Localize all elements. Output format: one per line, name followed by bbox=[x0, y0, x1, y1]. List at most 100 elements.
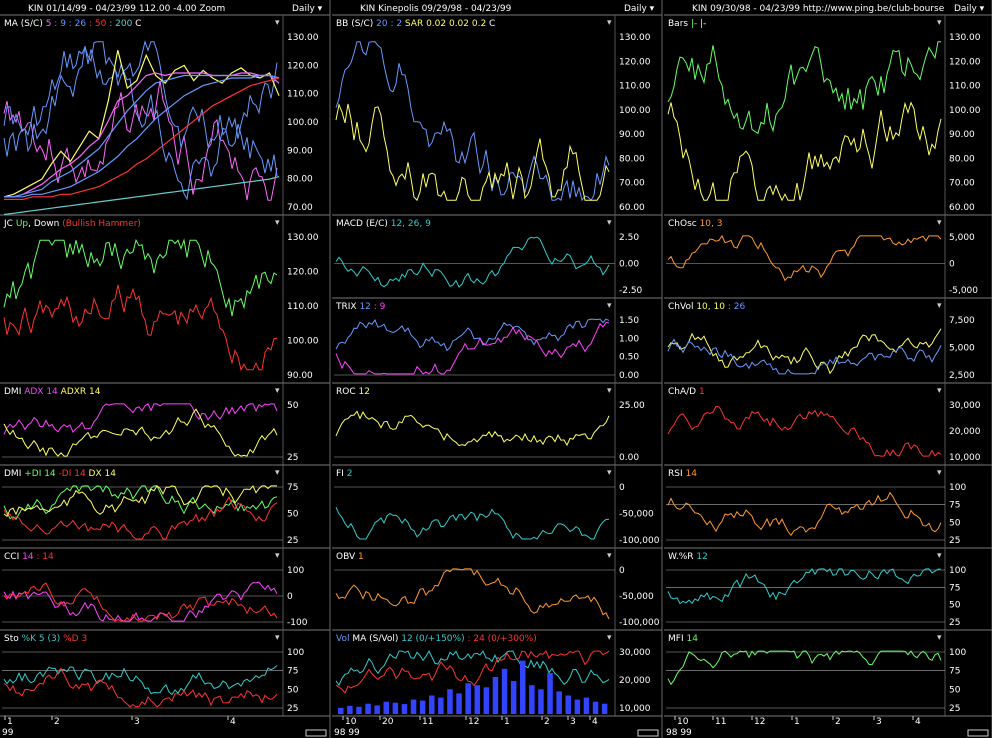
pane-menu-icon[interactable]: ▾ bbox=[937, 551, 942, 561]
legend-item: C bbox=[486, 19, 495, 29]
tick-label: 120.00 bbox=[949, 57, 981, 67]
tick-label: 100 bbox=[287, 566, 304, 576]
legend-item: 12 bbox=[696, 552, 707, 562]
legend-item: DMI bbox=[4, 469, 24, 479]
pane-menu-icon[interactable]: ▾ bbox=[275, 633, 280, 643]
volume-bar bbox=[401, 704, 408, 714]
x-tick-label: 2 bbox=[544, 717, 550, 727]
tick-label: -2.50 bbox=[619, 286, 643, 296]
pane-menu-icon[interactable]: ▾ bbox=[607, 301, 612, 311]
x-tick-label: 12 bbox=[754, 717, 765, 727]
year-label: 98 99 bbox=[334, 728, 360, 738]
pane-1-2: JC Up, Down (Bullish Hammer) ▾ 130.00 120.0… bbox=[0, 214, 330, 383]
tick-label: 2,500 bbox=[949, 371, 975, 381]
pane-menu-icon[interactable]: ▾ bbox=[607, 218, 612, 228]
tick-label: -100,000 bbox=[619, 618, 660, 628]
volume-bar bbox=[583, 697, 590, 714]
scroll-handle[interactable] bbox=[305, 729, 327, 737]
tick-label: 10,000 bbox=[619, 704, 651, 714]
legend-item: 10, 10 bbox=[696, 302, 725, 312]
volume-bar bbox=[347, 705, 353, 714]
column-3: KIN 09/30/98 - 04/23/99 http://www.ping.… bbox=[664, 0, 992, 738]
daily-dropdown[interactable]: Daily ▾ bbox=[954, 4, 985, 14]
pane-menu-icon[interactable]: ▾ bbox=[607, 633, 612, 643]
tick-label: 90.00 bbox=[287, 146, 313, 156]
pane-legend: MA (S/C) 5 : 9 : 26 : 50 : 200 C bbox=[4, 19, 141, 29]
pane-legend: DMI ADX 14 ADXR 14 bbox=[4, 387, 101, 397]
tick-label: 100 bbox=[949, 648, 966, 658]
legend-item: DMI bbox=[4, 387, 24, 397]
pane-menu-icon[interactable]: ▾ bbox=[607, 18, 612, 28]
x-tick-label: 10 bbox=[677, 717, 689, 727]
pane-legend: BB (S/C) 20 : 2 SAR 0.02 0.02 0.2 C bbox=[336, 19, 495, 29]
pane-menu-icon[interactable]: ▾ bbox=[937, 633, 942, 643]
legend-item: 12 bbox=[358, 387, 369, 397]
x-tick-label: 3 bbox=[876, 717, 882, 727]
x-tick-label: 2 bbox=[835, 717, 841, 727]
tick-label: 90.00 bbox=[949, 130, 975, 140]
pane-menu-icon[interactable]: ▾ bbox=[937, 218, 942, 228]
legend-item: : 26 bbox=[725, 302, 745, 312]
tick-label: 90.00 bbox=[287, 371, 313, 381]
tick-label: 50 bbox=[949, 685, 961, 695]
daily-dropdown[interactable]: Daily ▾ bbox=[624, 4, 655, 14]
legend-item: 5 bbox=[43, 19, 52, 29]
volume-bar bbox=[601, 703, 608, 714]
legend-item: %K 5 (3) bbox=[22, 634, 61, 644]
pane-menu-icon[interactable]: ▾ bbox=[937, 468, 942, 478]
pane-1-4: DMI +DI 14 -DI 14 DX 14 ▾ 75 50 25 bbox=[0, 464, 330, 548]
indicator-line bbox=[335, 321, 610, 375]
pane-legend: Vol MA (S/Vol) 12 (0/+150%) : 24 (0/+300… bbox=[336, 634, 537, 644]
pane-1-5: CCI 14 : 14 ▾ 100 0 -100 bbox=[0, 547, 330, 630]
indicator-line bbox=[667, 41, 941, 135]
tick-label: 75 bbox=[287, 483, 298, 493]
pane-menu-icon[interactable]: ▾ bbox=[607, 386, 612, 396]
tick-label: -50,000 bbox=[619, 592, 654, 602]
pane-menu-icon[interactable]: ▾ bbox=[937, 301, 942, 311]
tick-label: 75 bbox=[949, 583, 960, 593]
volume-bar bbox=[520, 660, 526, 714]
pane-legend: ChOsc 10, 3 bbox=[668, 219, 722, 229]
legend-item: : 50 bbox=[86, 19, 106, 29]
tick-label: 80.00 bbox=[949, 154, 975, 164]
tick-label: 25 bbox=[287, 453, 298, 463]
pane-legend: Sto %K 5 (3) %D 3 bbox=[4, 634, 87, 644]
pane-menu-icon[interactable]: ▾ bbox=[275, 218, 280, 228]
x-tick-label: 3 bbox=[570, 717, 576, 727]
legend-item: MA (S/C) bbox=[4, 19, 43, 29]
x-tick-label: 4 bbox=[230, 717, 236, 727]
indicator-line bbox=[335, 41, 610, 202]
pane-3-7: MFI 14 ▾ 100 75 50 25 bbox=[664, 629, 992, 716]
pane-2-2: MACD (E/C) 12, 26, 9 ▾ 2.50 0.00 -2.50 bbox=[332, 214, 662, 298]
pane-menu-icon[interactable]: ▾ bbox=[607, 551, 612, 561]
pane-menu-icon[interactable]: ▾ bbox=[275, 551, 280, 561]
legend-item: : 9 bbox=[371, 302, 386, 312]
daily-dropdown[interactable]: Daily ▾ bbox=[292, 4, 323, 14]
pane-menu-icon[interactable]: ▾ bbox=[275, 386, 280, 396]
tick-label: 60.00 bbox=[949, 203, 975, 213]
pane-menu-icon[interactable]: ▾ bbox=[275, 468, 280, 478]
legend-item: Down bbox=[34, 219, 60, 229]
pane-menu-icon[interactable]: ▾ bbox=[607, 468, 612, 478]
x-tick-label: 12 bbox=[468, 717, 479, 727]
indicator-line bbox=[667, 328, 942, 375]
pane-legend: Bars |- |- bbox=[668, 19, 706, 29]
legend-item: ChOsc bbox=[668, 219, 700, 229]
legend-item: 10, 3 bbox=[700, 219, 723, 229]
scroll-handle[interactable] bbox=[967, 729, 989, 737]
tick-label: 130.00 bbox=[287, 33, 319, 43]
legend-item: 12 bbox=[359, 302, 370, 312]
pane-menu-icon[interactable]: ▾ bbox=[937, 386, 942, 396]
tick-label: 100 bbox=[949, 483, 966, 493]
pane-menu-icon[interactable]: ▾ bbox=[275, 18, 280, 28]
tick-label: 75 bbox=[287, 667, 298, 677]
tick-label: 120.00 bbox=[287, 61, 319, 71]
tick-label: -100 bbox=[287, 618, 308, 628]
scroll-handle[interactable] bbox=[637, 729, 659, 737]
tick-label: 25 bbox=[287, 536, 298, 546]
pane-menu-icon[interactable]: ▾ bbox=[937, 18, 942, 28]
year-label: 98 99 bbox=[666, 728, 692, 738]
indicator-line bbox=[667, 491, 942, 537]
tick-label: -50,000 bbox=[619, 510, 654, 520]
technical-analysis-chart: KIN 01/14/99 - 04/23/99 112.00 -4.00 Zoo… bbox=[0, 0, 992, 738]
